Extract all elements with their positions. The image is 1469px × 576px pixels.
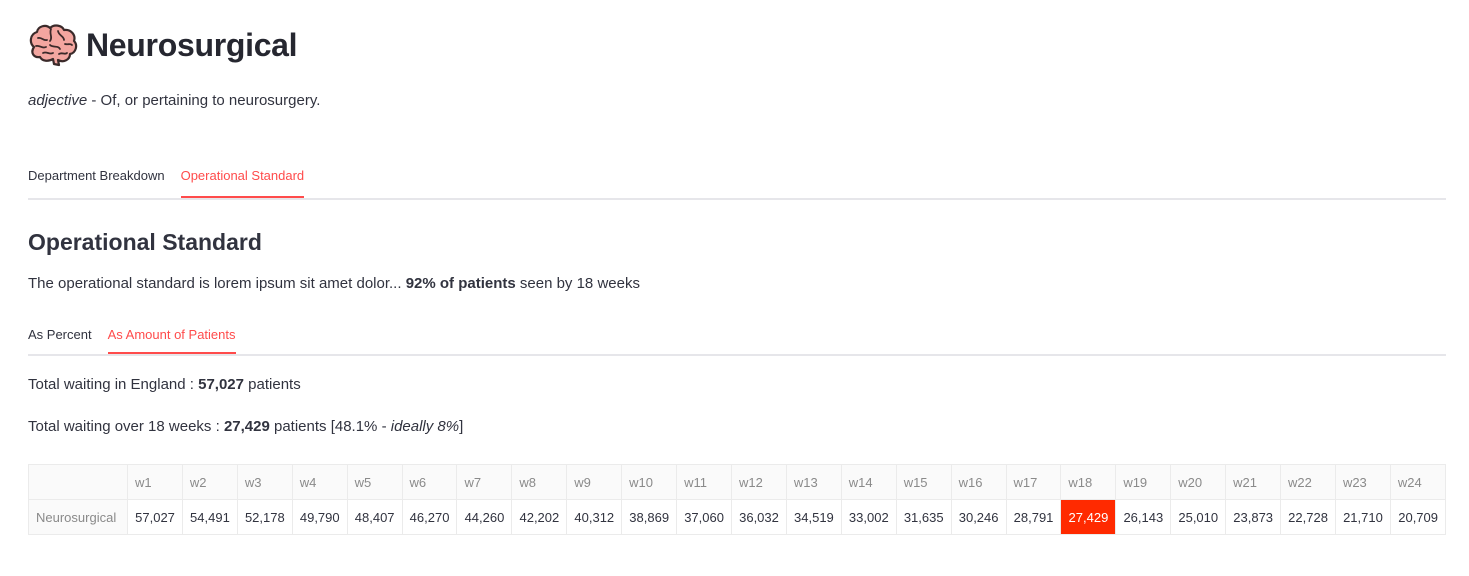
tab-operational-standard[interactable]: Operational Standard xyxy=(180,158,304,198)
table-cell-w8: 42,202 xyxy=(511,499,568,535)
page-header: Neurosurgical xyxy=(28,23,1446,67)
row-label: Neurosurgical xyxy=(28,499,128,535)
table-cell-w10: 38,869 xyxy=(621,499,678,535)
description-suffix: seen by 18 weeks xyxy=(515,275,640,292)
column-header-w16: w16 xyxy=(950,464,1007,500)
table-cell-w17: 28,791 xyxy=(1005,499,1062,535)
table-cell-w23: 21,710 xyxy=(1334,499,1391,535)
table-cell-w5: 48,407 xyxy=(346,499,403,535)
description-bold: 92% of patients xyxy=(405,275,516,292)
main-tabs: Department Breakdown Operational Standar… xyxy=(28,158,1446,200)
total-waiting-value: 57,027 xyxy=(198,376,244,393)
table-cell-w22: 22,728 xyxy=(1280,499,1336,535)
total-waiting-suffix: patients xyxy=(244,376,301,393)
table-cell-w7: 44,260 xyxy=(456,499,513,535)
brain-icon xyxy=(29,24,78,67)
tab-as-percent[interactable]: As Percent xyxy=(28,318,92,352)
total-waiting-label: Total waiting in England : xyxy=(28,376,199,393)
table-cell-w9: 40,312 xyxy=(566,499,623,535)
table-cell-w4: 49,790 xyxy=(291,499,348,535)
table-cell-w6: 46,270 xyxy=(401,499,458,535)
page: Neurosurgical adjective - Of, or pertain… xyxy=(0,23,1469,535)
definition-body: - Of, or pertaining to neurosurgery. xyxy=(87,92,321,109)
table-cell-w3: 52,178 xyxy=(236,499,293,535)
part-of-speech: adjective xyxy=(28,92,88,109)
column-header-w24: w24 xyxy=(1389,464,1447,500)
column-header-w15: w15 xyxy=(895,464,952,500)
column-header-w5: w5 xyxy=(346,464,403,500)
total-waiting-stat: Total waiting in England : 57,027 patien… xyxy=(28,376,1446,396)
table-cell-w1: 57,027 xyxy=(127,499,183,535)
column-header-w17: w17 xyxy=(1005,464,1062,500)
table-cell-w18: 27,429 xyxy=(1060,499,1117,535)
column-header-w9: w9 xyxy=(566,464,623,500)
column-header-w18: w18 xyxy=(1060,464,1117,500)
table-row: Neurosurgical 57,027 54,491 52,178 49,790 48… xyxy=(28,499,1447,535)
column-header-w3: w3 xyxy=(236,464,293,500)
table-cell-w24: 20,709 xyxy=(1389,499,1447,535)
tab-as-amount-of-patients[interactable]: As Amount of Patients xyxy=(107,318,236,354)
table-header-row: w1 w2 w3 w4 w5 w6 w7 w8 w9 w10 w11 w12 w13 w14 w15 w16 w… xyxy=(28,464,1447,500)
table-cell-w21: 23,873 xyxy=(1225,499,1282,535)
column-header-w6: w6 xyxy=(401,464,458,500)
column-header-w1: w1 xyxy=(127,464,183,500)
table-cell-w14: 33,002 xyxy=(840,499,897,535)
definition-text: adjective - Of, or pertaining to neurosu… xyxy=(28,92,1446,112)
column-header-w22: w22 xyxy=(1280,464,1336,500)
tab-department-breakdown[interactable]: Department Breakdown xyxy=(28,158,165,196)
column-header-w20: w20 xyxy=(1170,464,1227,500)
over-18-label: Total waiting over 18 weeks : xyxy=(28,418,224,435)
table-cell-w16: 30,246 xyxy=(950,499,1007,535)
column-header-w19: w19 xyxy=(1115,464,1172,500)
table-corner-cell xyxy=(28,464,128,500)
over-18-close: ] xyxy=(459,418,464,435)
over-18-weeks-stat: Total waiting over 18 weeks : 27,429 pat… xyxy=(28,418,1446,438)
over-18-ideal: ideally 8% xyxy=(390,418,460,435)
column-header-w13: w13 xyxy=(785,464,842,500)
column-header-w10: w10 xyxy=(621,464,678,500)
column-header-w12: w12 xyxy=(730,464,787,500)
column-header-w23: w23 xyxy=(1334,464,1391,500)
table-cell-w13: 34,519 xyxy=(785,499,842,535)
column-header-w4: w4 xyxy=(291,464,348,500)
description-prefix: The operational standard is lorem ipsum … xyxy=(28,275,406,292)
section-title: Operational Standard xyxy=(28,229,262,255)
column-header-w21: w21 xyxy=(1225,464,1282,500)
table-cell-w2: 54,491 xyxy=(181,499,238,535)
column-header-w11: w11 xyxy=(676,464,732,500)
over-18-suffix: patients [48.1% - xyxy=(269,418,391,435)
column-header-w7: w7 xyxy=(456,464,513,500)
sub-tabs: As Percent As Amount of Patients xyxy=(28,318,1446,356)
column-header-w8: w8 xyxy=(511,464,568,500)
page-title: Neurosurgical xyxy=(86,26,298,63)
table-cell-w15: 31,635 xyxy=(895,499,952,535)
table-cell-w11: 37,060 xyxy=(676,499,732,535)
table-cell-w19: 26,143 xyxy=(1115,499,1172,535)
column-header-w2: w2 xyxy=(181,464,238,500)
over-18-value: 27,429 xyxy=(223,418,270,435)
weekly-waiting-table: w1 w2 w3 w4 w5 w6 w7 w8 w9 w10 w11 w12 w13 w14 w15 w16 w… xyxy=(28,464,1447,535)
section-description: The operational standard is lorem ipsum … xyxy=(28,275,1446,295)
column-header-w14: w14 xyxy=(840,464,897,500)
table-cell-w20: 25,010 xyxy=(1170,499,1227,535)
table-cell-w12: 36,032 xyxy=(730,499,787,535)
